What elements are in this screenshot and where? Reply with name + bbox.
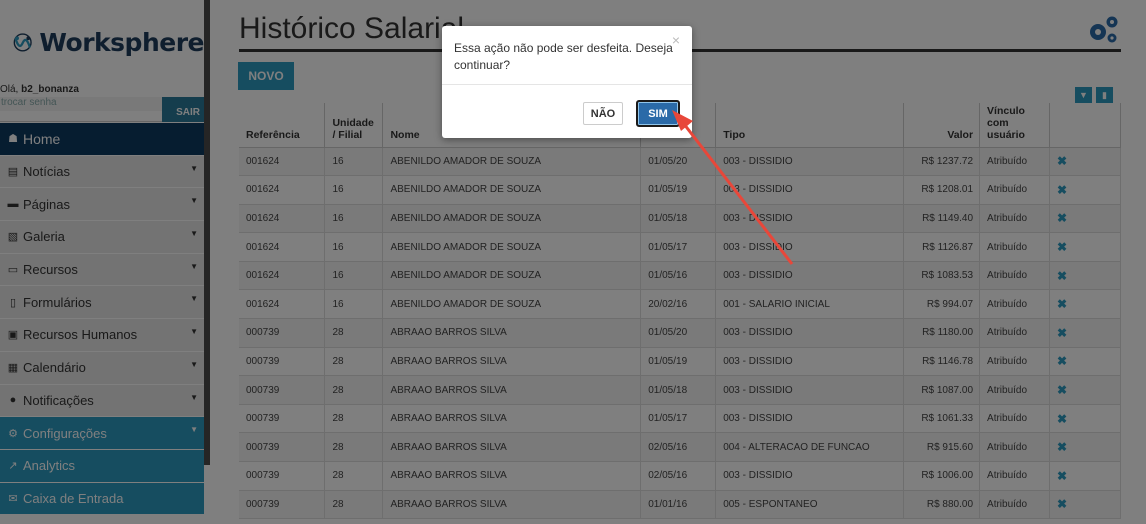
annotation-arrow-icon — [672, 110, 794, 265]
